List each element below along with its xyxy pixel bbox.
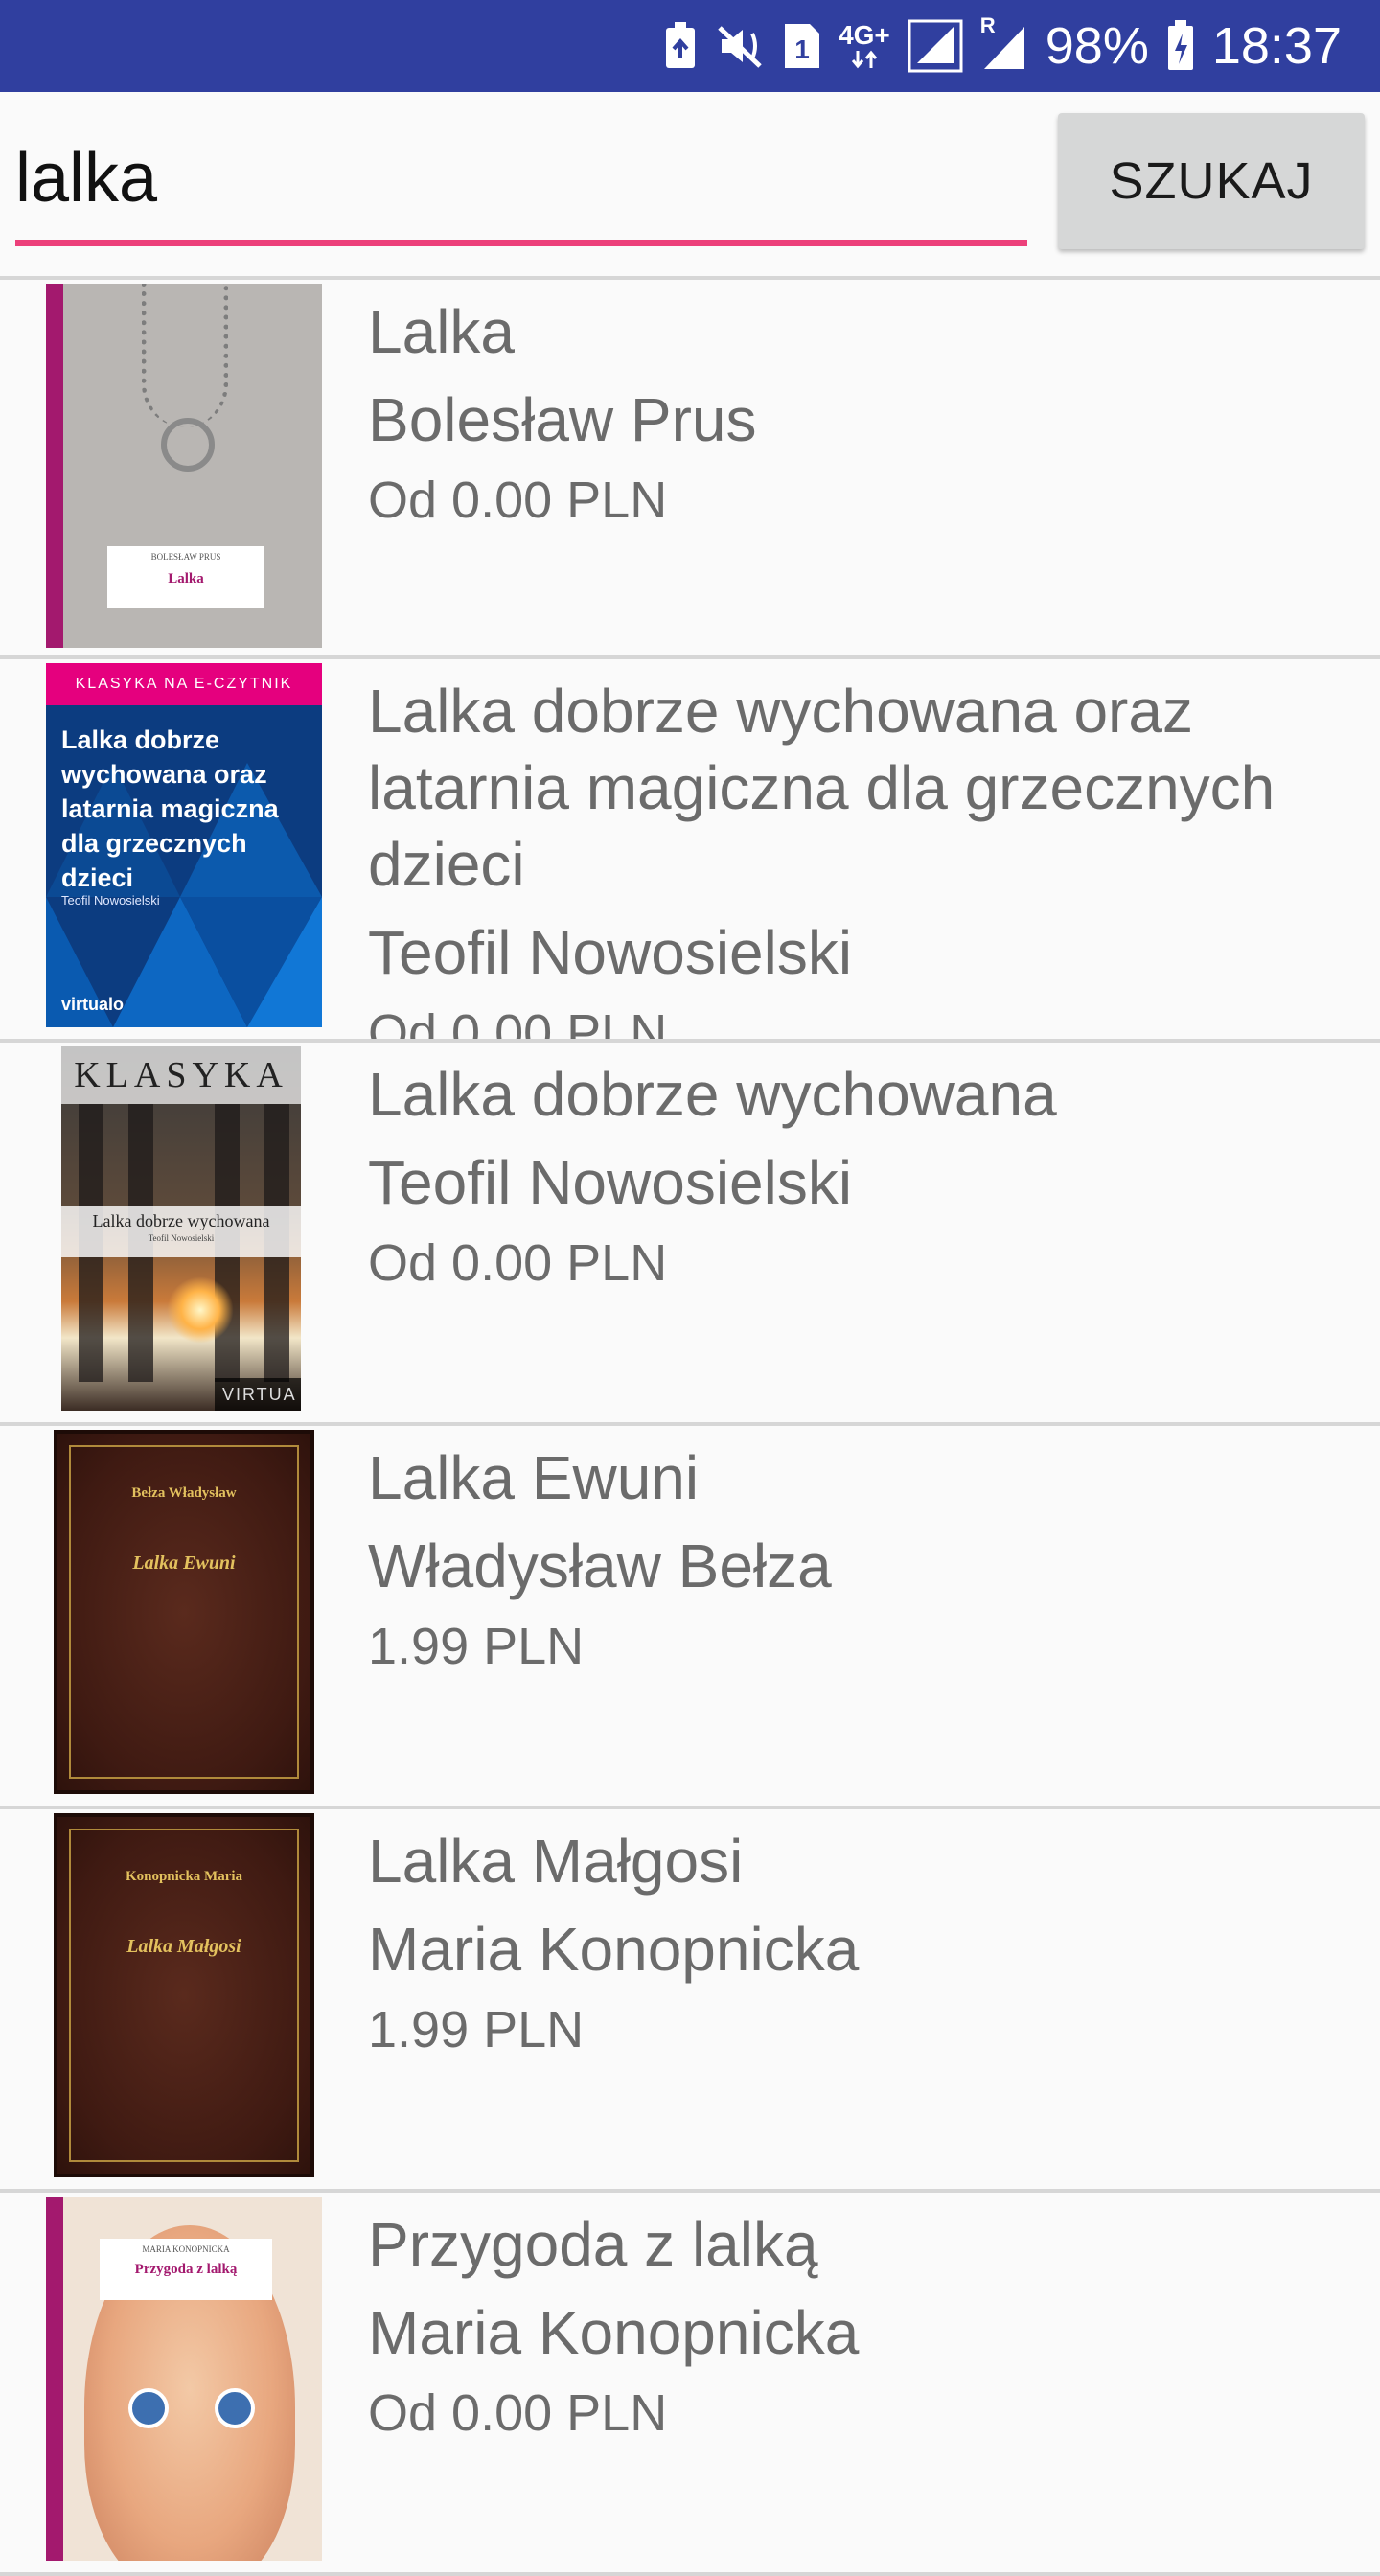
signal-icon — [908, 17, 963, 75]
book-title: Lalka Małgosi — [368, 1827, 744, 1896]
book-cover: Konopnicka Maria Lalka Małgosi — [54, 1813, 314, 2177]
book-title: Przygoda z lalką — [368, 2210, 818, 2279]
cover-author: Konopnicka Maria — [125, 1869, 243, 1884]
book-price: Od 0.00 PLN — [368, 2384, 668, 2442]
search-button[interactable]: SZUKAJ — [1058, 113, 1365, 249]
book-price: Od 0.00 PLN — [368, 472, 668, 529]
book-info: Lalka Bolesław Prus Od 0.00 PLN — [368, 293, 1346, 656]
list-item[interactable]: Konopnicka Maria Lalka Małgosi Lalka Mał… — [0, 1809, 1380, 2193]
book-author: Władysław Bełza — [368, 1531, 832, 1600]
book-author: Maria Konopnicka — [368, 2298, 860, 2367]
book-price: Od 0.00 PLN — [368, 1234, 668, 1292]
book-title: Lalka dobrze wychowana — [368, 1060, 1057, 1129]
book-title: Lalka dobrze wychowana oraz latarnia mag… — [368, 677, 1276, 899]
battery-percent: 98% — [1045, 17, 1149, 75]
cover-doll-eye — [215, 2388, 255, 2428]
cover-series-header: KLASYKA — [61, 1046, 301, 1104]
search-input[interactable] — [15, 130, 1027, 226]
cover-spine — [46, 284, 63, 648]
cover-label: BOLESŁAW PRUS Lalka — [107, 546, 264, 608]
list-item[interactable]: MARIA KONOPNICKA Przygoda z lalką Przygo… — [0, 2193, 1380, 2576]
cover-title: Lalka — [168, 571, 204, 586]
book-price: 1.99 PLN — [368, 1618, 585, 1675]
cover-author: Teofil Nowosielski — [148, 1233, 215, 1243]
book-price: 1.99 PLN — [368, 2001, 585, 2058]
network-4g-icon: 4G+ — [839, 17, 890, 75]
cover-author: MARIA KONOPNICKA — [142, 2244, 230, 2254]
roaming-indicator: R — [979, 13, 996, 37]
book-cover: MARIA KONOPNICKA Przygoda z lalką — [46, 2196, 322, 2561]
list-item[interactable]: BOLESŁAW PRUS Lalka Lalka Bolesław Prus … — [0, 276, 1380, 659]
book-cover: Bełza Władysław Lalka Ewuni — [54, 1430, 314, 1794]
search-bar: SZUKAJ — [0, 92, 1380, 276]
cover-brand: VIRTUA — [215, 1378, 301, 1411]
cover-sunset — [167, 1276, 234, 1344]
vibrate-icon — [714, 17, 766, 75]
cover-title: Przygoda z lalką — [134, 2262, 238, 2277]
book-info: Lalka dobrze wychowana Teofil Nowosielsk… — [368, 1056, 1346, 1422]
book-info: Lalka Ewuni Władysław Bełza 1.99 PLN — [368, 1439, 1346, 1806]
book-cover: KLASYKA Lalka dobrze wychowana Teofil No… — [61, 1046, 301, 1411]
cover-author: BOLESŁAW PRUS — [150, 552, 221, 562]
book-cover: BOLESŁAW PRUS Lalka — [46, 284, 322, 648]
cover-spine — [46, 2196, 63, 2561]
cover-label: Lalka dobrze wychowana Teofil Nowosielsk… — [61, 1206, 301, 1257]
cover-title: Lalka Małgosi — [126, 1936, 242, 1957]
cover-doll-eye — [128, 2388, 169, 2428]
cover-author: Bełza Władysław — [131, 1485, 237, 1501]
results-list[interactable]: BOLESŁAW PRUS Lalka Lalka Bolesław Prus … — [0, 276, 1380, 2576]
list-item[interactable]: Bełza Władysław Lalka Ewuni Lalka Ewuni … — [0, 1426, 1380, 1809]
book-info: Lalka dobrze wychowana oraz latarnia mag… — [368, 673, 1346, 1043]
sim-1-icon: 1 — [783, 17, 821, 75]
cover-title: Lalka dobrze wychowana oraz latarnia mag… — [61, 725, 279, 892]
roaming-signal-icon: R — [980, 13, 1028, 75]
cover-brand: virtualo — [61, 995, 125, 1014]
cover-series-header: KLASYKA NA E-CZYTNIK — [46, 663, 322, 705]
book-author: Teofil Nowosielski — [368, 918, 853, 987]
book-info: Lalka Małgosi Maria Konopnicka 1.99 PLN — [368, 1823, 1346, 2189]
book-author: Bolesław Prus — [368, 385, 757, 454]
cover-chain-illustration — [142, 284, 228, 427]
book-price: Od 0.00 PLN — [368, 1004, 668, 1043]
clock: 18:37 — [1211, 17, 1342, 75]
battery-charging-icon — [1166, 17, 1195, 75]
book-cover: KLASYKA NA E-CZYTNIK Lalka dobrze wychow… — [46, 663, 322, 1027]
book-title: Lalka Ewuni — [368, 1443, 700, 1512]
search-input-underline — [15, 240, 1027, 246]
book-title: Lalka — [368, 297, 515, 366]
list-item[interactable]: KLASYKA Lalka dobrze wychowana Teofil No… — [0, 1043, 1380, 1426]
network-type: 4G+ — [839, 20, 890, 50]
cover-keyring-illustration — [161, 418, 215, 472]
svg-text:1: 1 — [794, 34, 810, 64]
battery-saver-icon — [664, 17, 697, 75]
book-author: Teofil Nowosielski — [368, 1148, 853, 1217]
cover-title: Lalka dobrze wychowana — [92, 1211, 270, 1230]
cover-author: Teofil Nowosielski — [61, 893, 160, 908]
cover-label: MARIA KONOPNICKA Przygoda z lalką — [100, 2239, 272, 2300]
status-bar: 1 4G+ R 98% 18:37 — [0, 0, 1380, 92]
cover-title: Lalka Ewuni — [132, 1552, 236, 1574]
book-info: Przygoda z lalką Maria Konopnicka Od 0.0… — [368, 2206, 1346, 2572]
book-author: Maria Konopnicka — [368, 1915, 860, 1984]
list-item[interactable]: KLASYKA NA E-CZYTNIK Lalka dobrze wychow… — [0, 659, 1380, 1043]
